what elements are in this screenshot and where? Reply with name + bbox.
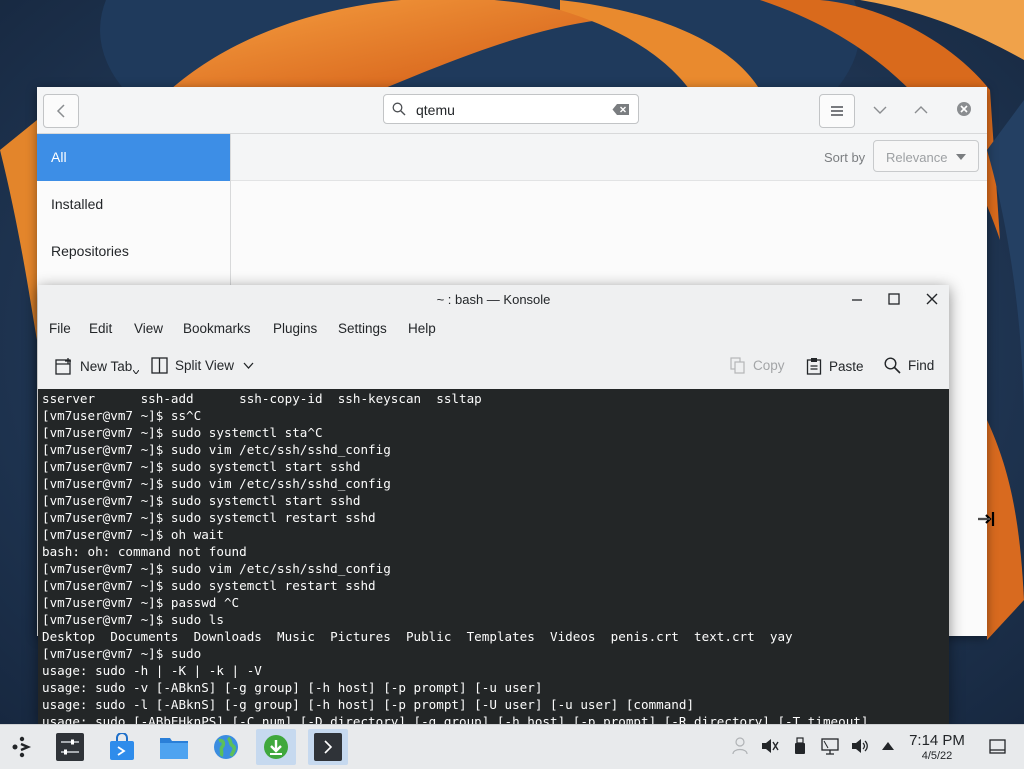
find-button[interactable]: Find (884, 357, 934, 374)
downloader-taskbar-item[interactable] (256, 729, 296, 765)
toolbar: New Tab Split View Copy Paste Find (38, 345, 949, 389)
copy-button[interactable]: Copy (730, 357, 785, 374)
terminal-line: usage: sudo -l [-ABknS] [-g group] [-h h… (42, 697, 695, 712)
terminal-line: [vm7user@vm7 ~]$ oh wait (42, 527, 224, 542)
maximize-icon[interactable] (887, 292, 901, 306)
minimize-icon[interactable] (850, 292, 864, 306)
terminal-line: usage: sudo -h | -K | -k | -V (42, 663, 262, 678)
terminal-icon (314, 733, 342, 761)
chevron-down-icon (133, 370, 140, 374)
discover-header (37, 87, 987, 134)
terminal-line: bash: oh: command not found (42, 544, 247, 559)
hamburger-icon (831, 106, 843, 116)
search-field[interactable] (383, 94, 639, 124)
sort-label: Sort by (824, 150, 866, 165)
close-icon[interactable] (925, 292, 939, 306)
terminal-line: [vm7user@vm7 ~]$ sudo (42, 646, 202, 661)
terminal-line: [vm7user@vm7 ~]$ sudo ls (42, 612, 224, 627)
application-launcher-button[interactable] (2, 729, 42, 765)
menu-view[interactable]: View (134, 321, 163, 336)
konsole-taskbar-item[interactable] (308, 729, 348, 765)
split-view-icon (151, 357, 168, 374)
nav-item-all[interactable]: All (37, 134, 230, 181)
user-icon[interactable] (732, 737, 748, 755)
terminal-line: [vm7user@vm7 ~]$ ss^C (42, 408, 202, 423)
search-icon (884, 357, 901, 374)
menu-file[interactable]: File (49, 321, 71, 336)
terminal-line: [vm7user@vm7 ~]$ sudo systemctl start ss… (42, 459, 361, 474)
launcher-icon (12, 736, 32, 758)
back-button[interactable] (43, 94, 79, 128)
menu-plugins[interactable]: Plugins (273, 321, 317, 336)
minimize-icon[interactable] (873, 100, 887, 120)
terminal-line: usage: sudo -v [-ABknS] [-g group] [-h h… (42, 680, 543, 695)
sort-bar: Sort by Relevance (231, 134, 987, 181)
terminal-line: [vm7user@vm7 ~]$ passwd ^C (42, 595, 240, 610)
new-tab-label: New Tab (80, 358, 133, 374)
menu-bookmarks[interactable]: Bookmarks (183, 321, 251, 336)
terminal-line: [vm7user@vm7 ~]$ sudo vim /etc/ssh/sshd_… (42, 561, 391, 576)
terminal-line: [vm7user@vm7 ~]$ sudo vim /etc/ssh/sshd_… (42, 476, 391, 491)
menu-edit[interactable]: Edit (89, 321, 112, 336)
paste-button[interactable]: Paste (806, 357, 864, 375)
copy-icon (730, 357, 745, 374)
taskbar: 7:14 PM 4/5/22 (0, 724, 1024, 769)
find-label: Find (908, 358, 935, 373)
web-browser-taskbar-item[interactable] (206, 729, 246, 765)
terminal-line: sserver ssh-add ssh-copy-id ssh-keyscan … (42, 391, 482, 406)
paste-label: Paste (829, 358, 864, 374)
menu-bar: File Edit View Bookmarks Plugins Setting… (38, 313, 949, 345)
file-manager-taskbar-item[interactable] (154, 729, 194, 765)
discover-taskbar-item[interactable] (102, 729, 142, 765)
system-settings-taskbar-item[interactable] (50, 729, 90, 765)
nav-item-repositories[interactable]: Repositories (37, 228, 230, 275)
menu-help[interactable]: Help (408, 321, 436, 336)
paste-icon (806, 358, 822, 375)
show-hidden-icons-icon[interactable] (882, 742, 894, 750)
clock-date[interactable]: 4/5/22 (904, 750, 970, 762)
search-icon (392, 102, 406, 116)
resize-cursor-icon (978, 512, 995, 526)
terminal-line: [vm7user@vm7 ~]$ sudo systemctl sta^C (42, 425, 323, 440)
terminal-output[interactable]: sserver ssh-add ssh-copy-id ssh-keyscan … (38, 389, 949, 725)
search-input[interactable] (414, 99, 608, 121)
nav-item-installed[interactable]: Installed (37, 181, 230, 228)
close-icon[interactable] (956, 101, 972, 117)
terminal-line: [vm7user@vm7 ~]$ sudo systemctl start ss… (42, 493, 361, 508)
terminal-line: [vm7user@vm7 ~]$ sudo systemctl restart … (42, 510, 376, 525)
clock-time[interactable]: 7:14 PM (904, 732, 970, 749)
sort-dropdown[interactable]: Relevance (873, 140, 979, 172)
network-wired-icon[interactable] (821, 737, 839, 755)
konsole-window: ~ : bash — Konsole File Edit View Bookma… (38, 285, 949, 725)
window-title: ~ : bash — Konsole (436, 292, 551, 307)
terminal-line: [vm7user@vm7 ~]$ sudo systemctl restart … (42, 578, 376, 593)
globe-icon (214, 735, 238, 759)
menu-settings[interactable]: Settings (338, 321, 387, 336)
audio-muted-icon[interactable] (761, 737, 779, 755)
chevron-down-icon (243, 362, 254, 369)
shopping-bag-icon (110, 733, 134, 760)
new-tab-icon (55, 358, 71, 375)
volume-icon[interactable] (851, 737, 869, 755)
hamburger-menu-button[interactable] (819, 94, 855, 128)
clear-text-icon[interactable] (612, 103, 630, 116)
maximize-icon[interactable] (914, 100, 928, 120)
copy-label: Copy (753, 358, 785, 373)
terminal-line: [vm7user@vm7 ~]$ sudo vim /etc/ssh/sshd_… (42, 442, 391, 457)
terminal-line: Desktop Documents Downloads Music Pictur… (42, 629, 793, 644)
new-tab-button[interactable]: New Tab (55, 357, 140, 375)
usb-drive-icon[interactable] (794, 737, 806, 755)
folder-icon (160, 738, 188, 759)
download-icon (264, 735, 288, 759)
konsole-titlebar[interactable]: ~ : bash — Konsole (38, 285, 949, 313)
settings-sliders-icon (56, 733, 84, 761)
chevron-left-icon (56, 104, 65, 118)
show-desktop-icon[interactable] (989, 739, 1006, 754)
split-view-label: Split View (175, 358, 235, 373)
caret-down-icon (956, 154, 966, 160)
split-view-button[interactable]: Split View (151, 357, 254, 374)
sort-value: Relevance (886, 150, 948, 165)
